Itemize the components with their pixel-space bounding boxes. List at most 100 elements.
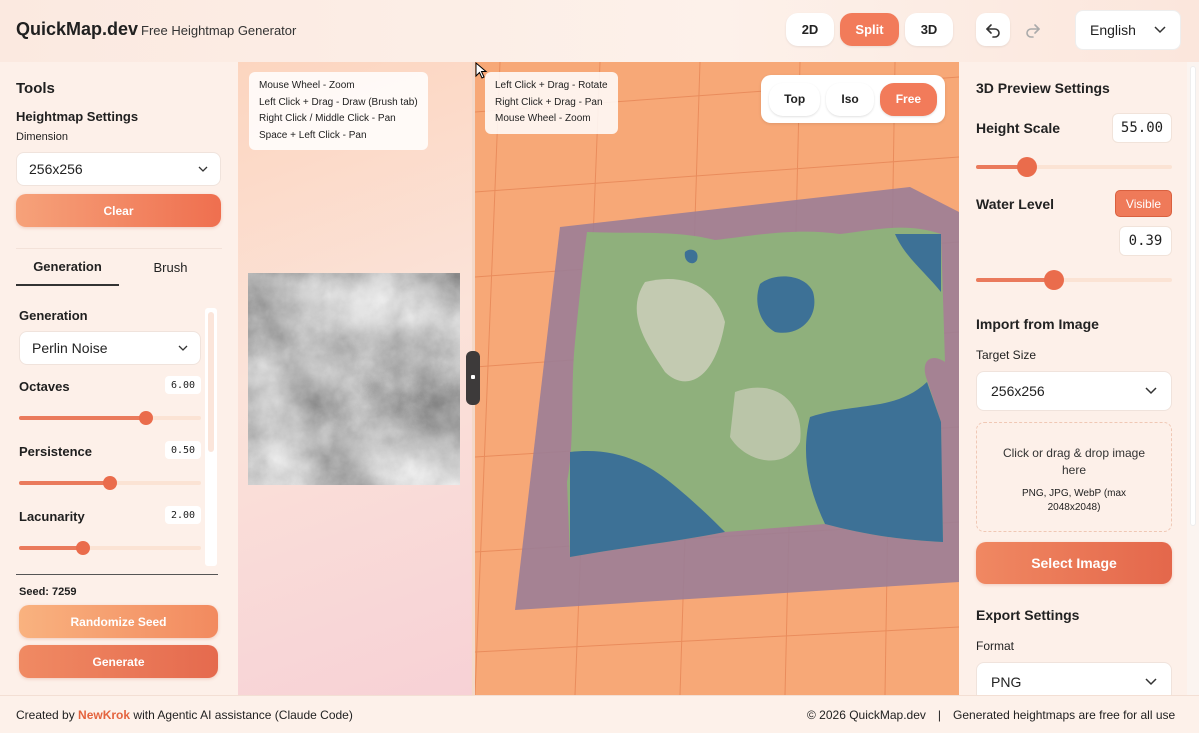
hint-line: Left Click + Drag - Rotate bbox=[495, 80, 608, 91]
generation-settings: Generation Perlin Noise Octaves 6.00 Per… bbox=[16, 306, 216, 568]
3d-controls-hint: Left Click + Drag - Rotate Right Click +… bbox=[485, 72, 618, 134]
view-mode-group: 2D Split 3D bbox=[786, 13, 953, 46]
heightmap-settings-title: Heightmap Settings bbox=[16, 109, 139, 124]
hint-line: Right Click / Middle Click - Pan bbox=[259, 113, 396, 124]
persistence-label: Persistence bbox=[19, 444, 92, 459]
undo-icon bbox=[986, 23, 1000, 38]
slider-thumb[interactable] bbox=[139, 411, 154, 425]
copyright: © 2026 QuickMap.dev bbox=[807, 708, 926, 722]
footer-separator: | bbox=[937, 708, 942, 722]
hint-line: Left Click + Drag - Draw (Brush tab) bbox=[259, 96, 418, 108]
scrollbar-thumb[interactable] bbox=[208, 312, 214, 452]
slider-thumb[interactable] bbox=[1044, 270, 1065, 290]
drop-zone-formats: PNG, JPG, WebP (max 2048x2048) bbox=[1021, 488, 1127, 513]
water-visible-toggle[interactable]: Visible bbox=[1115, 190, 1172, 217]
height-scale-slider[interactable] bbox=[976, 157, 1172, 177]
mode-3d-button[interactable]: 3D bbox=[905, 13, 953, 46]
generation-select[interactable]: Perlin Noise bbox=[19, 331, 201, 365]
generation-value: Perlin Noise bbox=[32, 340, 108, 356]
footer-legal: © 2026 QuickMap.dev | Generated heightmaps… bbox=[807, 708, 1175, 722]
free-use-note: Generated heightmaps are free for all us… bbox=[953, 708, 1176, 722]
height-scale-input[interactable]: 55.00 bbox=[1112, 113, 1172, 143]
target-size-label: Target Size bbox=[976, 348, 1037, 362]
water-level-input[interactable]: 0.39 bbox=[1119, 226, 1172, 256]
water-level-slider[interactable] bbox=[976, 270, 1172, 290]
chevron-down-icon bbox=[1145, 387, 1157, 395]
slider-fill bbox=[976, 278, 1055, 282]
language-value: English bbox=[1090, 22, 1136, 38]
lacunarity-label: Lacunarity bbox=[19, 509, 85, 524]
camera-preset-group: Top Iso Free bbox=[761, 75, 945, 123]
import-title: Import from Image bbox=[976, 316, 1099, 332]
history-group bbox=[976, 13, 1050, 46]
mode-2d-button[interactable]: 2D bbox=[786, 13, 834, 46]
octaves-slider[interactable] bbox=[19, 411, 201, 425]
heightmap-2d-view[interactable]: Mouse Wheel - Zoom Left Click + Drag - D… bbox=[238, 62, 472, 695]
settings-scrollbar[interactable] bbox=[205, 308, 217, 566]
octaves-label: Octaves bbox=[19, 379, 70, 394]
app-subtitle: Free Heightmap Generator bbox=[141, 23, 297, 38]
camera-iso-button[interactable]: Iso bbox=[826, 82, 874, 116]
select-image-button[interactable]: Select Image bbox=[976, 542, 1172, 584]
slider-fill bbox=[19, 416, 147, 420]
slider-fill bbox=[19, 481, 110, 485]
camera-free-button[interactable]: Free bbox=[879, 82, 937, 116]
hint-line: Mouse Wheel - Zoom bbox=[495, 113, 591, 124]
terrain-3d-view[interactable]: Left Click + Drag - Rotate Right Click +… bbox=[475, 62, 959, 695]
octaves-value[interactable]: 6.00 bbox=[165, 376, 201, 394]
redo-icon bbox=[1026, 23, 1040, 38]
split-resize-handle[interactable] bbox=[466, 351, 480, 405]
camera-top-button[interactable]: Top bbox=[769, 82, 821, 116]
slider-thumb[interactable] bbox=[75, 541, 90, 555]
brand-title[interactable]: QuickMap.dev bbox=[16, 19, 138, 40]
drop-zone-text: Click or drag & drop image here bbox=[1002, 446, 1146, 477]
export-settings-title: Export Settings bbox=[976, 607, 1080, 623]
dimension-select[interactable]: 256x256 bbox=[16, 152, 221, 186]
author-link[interactable]: NewKrok bbox=[78, 708, 130, 722]
image-drop-zone[interactable]: Click or drag & drop image here PNG, JPG… bbox=[976, 422, 1172, 532]
randomize-seed-button[interactable]: Randomize Seed bbox=[19, 605, 218, 638]
chevron-down-icon bbox=[178, 345, 188, 351]
grip-dot bbox=[471, 375, 475, 379]
tab-generation[interactable]: Generation bbox=[16, 249, 119, 286]
redo-button[interactable] bbox=[1016, 13, 1050, 46]
tool-tabs: Generation Brush bbox=[16, 248, 222, 286]
chevron-down-icon bbox=[1154, 26, 1166, 34]
mouse-cursor-icon bbox=[475, 62, 488, 79]
credits-prefix: Created by bbox=[16, 708, 79, 722]
2d-controls-hint: Mouse Wheel - Zoom Left Click + Drag - D… bbox=[249, 72, 428, 150]
hint-line: Space + Left Click - Pan bbox=[259, 129, 367, 141]
mode-split-button[interactable]: Split bbox=[840, 13, 899, 46]
height-scale-label: Height Scale bbox=[976, 120, 1061, 136]
format-label: Format bbox=[976, 639, 1015, 653]
undo-button[interactable] bbox=[976, 13, 1010, 46]
tools-panel: Tools Heightmap Settings Dimension 256x2… bbox=[0, 62, 238, 695]
terrain-3d-canvas[interactable] bbox=[475, 62, 959, 695]
heightmap-canvas[interactable] bbox=[248, 273, 460, 485]
tools-title: Tools bbox=[16, 80, 55, 97]
generate-button[interactable]: Generate bbox=[19, 645, 218, 678]
chevron-down-icon bbox=[1145, 678, 1157, 686]
target-size-select[interactable]: 256x256 bbox=[976, 371, 1172, 411]
hint-line: Right Click + Drag - Pan bbox=[495, 96, 603, 108]
persistence-slider[interactable] bbox=[19, 476, 201, 490]
tab-brush[interactable]: Brush bbox=[119, 249, 222, 286]
format-value: PNG bbox=[991, 674, 1022, 690]
footer-credits: Created by NewKrok with Agentic AI assis… bbox=[16, 708, 353, 722]
slider-fill bbox=[19, 546, 83, 550]
chevron-down-icon bbox=[198, 166, 208, 172]
lacunarity-slider[interactable] bbox=[19, 541, 201, 555]
scrollbar-thumb[interactable] bbox=[1190, 66, 1196, 526]
persistence-value[interactable]: 0.50 bbox=[165, 441, 201, 459]
dimension-label: Dimension bbox=[16, 131, 68, 143]
slider-thumb[interactable] bbox=[1016, 157, 1037, 177]
lacunarity-value[interactable]: 2.00 bbox=[165, 506, 201, 524]
clear-button[interactable]: Clear bbox=[16, 194, 221, 227]
slider-thumb[interactable] bbox=[103, 476, 117, 490]
panel-scrollbar[interactable] bbox=[1187, 62, 1199, 695]
preview-settings-title: 3D Preview Settings bbox=[976, 80, 1110, 96]
hint-line: Mouse Wheel - Zoom bbox=[259, 80, 355, 91]
header: QuickMap.dev Free Heightmap Generator 2D… bbox=[0, 0, 1199, 62]
language-select[interactable]: English bbox=[1075, 10, 1181, 50]
footer: Created by NewKrok with Agentic AI assis… bbox=[0, 695, 1199, 733]
